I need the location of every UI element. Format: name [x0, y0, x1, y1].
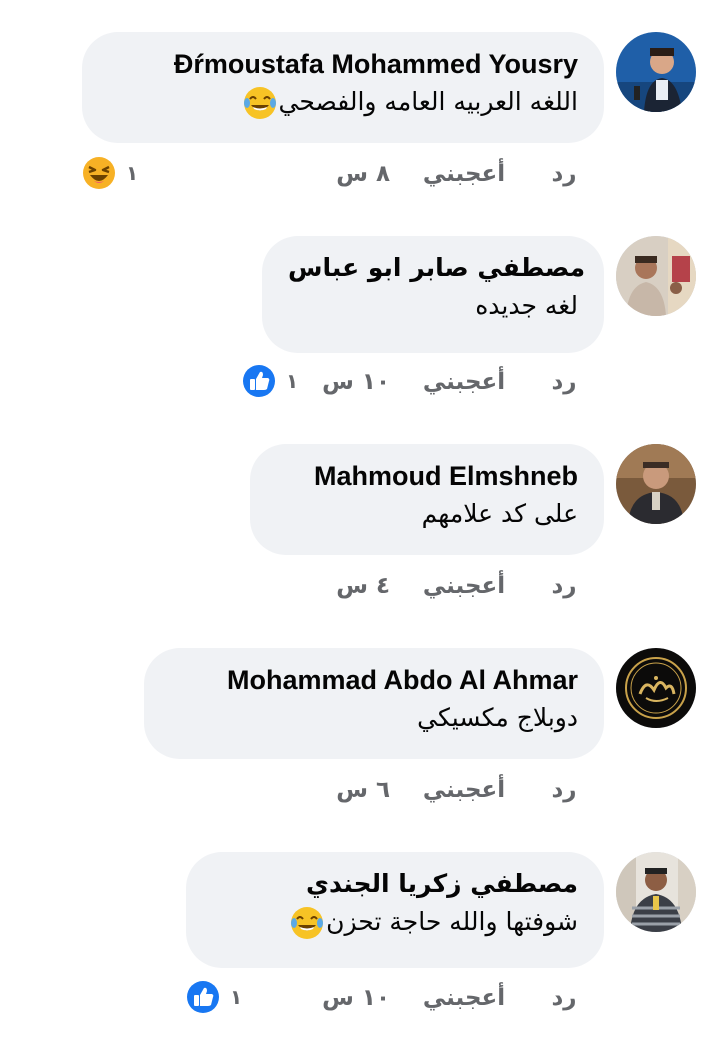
laugh-reaction-icon: [83, 157, 115, 189]
like-button[interactable]: أعجبني: [404, 777, 524, 803]
author-name[interactable]: Mahmoud Elmshneb: [276, 458, 578, 494]
like-button[interactable]: أعجبني: [404, 985, 524, 1011]
comment-actions: ١٠ س أعجبني رد: [310, 980, 604, 1016]
avatar-photo: [616, 444, 696, 524]
comment-bubble: مصطفي صابر ابو عباس لغه جديده: [262, 236, 604, 353]
comment-text: على كد علامهم: [421, 499, 578, 528]
avatar[interactable]: [616, 444, 696, 524]
author-name[interactable]: Đŕmoustafa Mohammed Yousry: [108, 46, 578, 82]
timestamp[interactable]: ١٠ س: [310, 985, 404, 1011]
comment-actions: ٨ س أعجبني رد: [310, 156, 604, 192]
reaction-summary[interactable]: ١: [242, 364, 298, 398]
comment-actions: ١٠ س أعجبني رد: [310, 364, 604, 400]
reply-button[interactable]: رد: [524, 369, 604, 395]
comment-actions: ٦ س أعجبني رد: [310, 772, 604, 808]
reaction-summary[interactable]: ١: [186, 980, 242, 1014]
avatar[interactable]: [616, 32, 696, 112]
comment-bubble: مصطفي زكريا الجندي شوفتها والله حاجة تحز…: [186, 852, 604, 968]
like-reaction-icon: [243, 365, 275, 397]
timestamp[interactable]: ٨ س: [310, 161, 404, 187]
comment-bubble: Mahmoud Elmshneb على كد علامهم: [250, 444, 604, 555]
tears-of-joy-emoji-icon: [243, 87, 276, 119]
reaction-count: ١: [126, 161, 139, 185]
reply-button[interactable]: رد: [524, 161, 604, 187]
avatar-photo: [616, 236, 696, 316]
like-button[interactable]: أعجبني: [404, 161, 524, 187]
comment-actions: ٤ س أعجبني رد: [310, 568, 604, 604]
avatar[interactable]: [616, 236, 696, 316]
avatar[interactable]: [616, 648, 696, 728]
reaction-count: ١: [230, 985, 243, 1009]
comment-bubble: Mohammad Abdo Al Ahmar دوبلاج مكسيكي: [144, 648, 604, 759]
avatar-photo: [616, 32, 696, 112]
timestamp[interactable]: ٤ س: [310, 573, 404, 599]
comment-text: لغه جديده: [475, 291, 578, 320]
avatar-photo: [616, 852, 696, 932]
comment-text-content: شوفتها والله حاجة تحزن: [326, 907, 578, 936]
timestamp[interactable]: ١٠ س: [310, 369, 404, 395]
comment-text-content: اللغه العربيه العامه والفصحي: [278, 87, 578, 116]
reply-button[interactable]: رد: [524, 777, 604, 803]
comment-bubble: Đŕmoustafa Mohammed Yousry اللغه العربيه…: [82, 32, 604, 143]
comment-text: اللغه العربيه العامه والفصحي: [108, 82, 578, 122]
reply-button[interactable]: رد: [524, 985, 604, 1011]
comment-text: شوفتها والله حاجة تحزن: [212, 902, 578, 942]
reply-button[interactable]: رد: [524, 573, 604, 599]
tears-of-joy-emoji-icon: [291, 907, 324, 939]
author-name[interactable]: مصطفي زكريا الجندي: [212, 866, 578, 902]
timestamp[interactable]: ٦ س: [310, 777, 404, 803]
reaction-summary[interactable]: ١: [82, 156, 138, 190]
author-name[interactable]: Mohammad Abdo Al Ahmar: [170, 662, 578, 698]
comment-text: دوبلاج مكسيكي: [417, 703, 578, 732]
like-button[interactable]: أعجبني: [404, 369, 524, 395]
avatar[interactable]: [616, 852, 696, 932]
author-name[interactable]: مصطفي صابر ابو عباس: [288, 250, 585, 286]
like-button[interactable]: أعجبني: [404, 573, 524, 599]
like-reaction-icon: [187, 981, 219, 1013]
avatar-photo: [616, 648, 696, 728]
reaction-count: ١: [286, 369, 299, 393]
